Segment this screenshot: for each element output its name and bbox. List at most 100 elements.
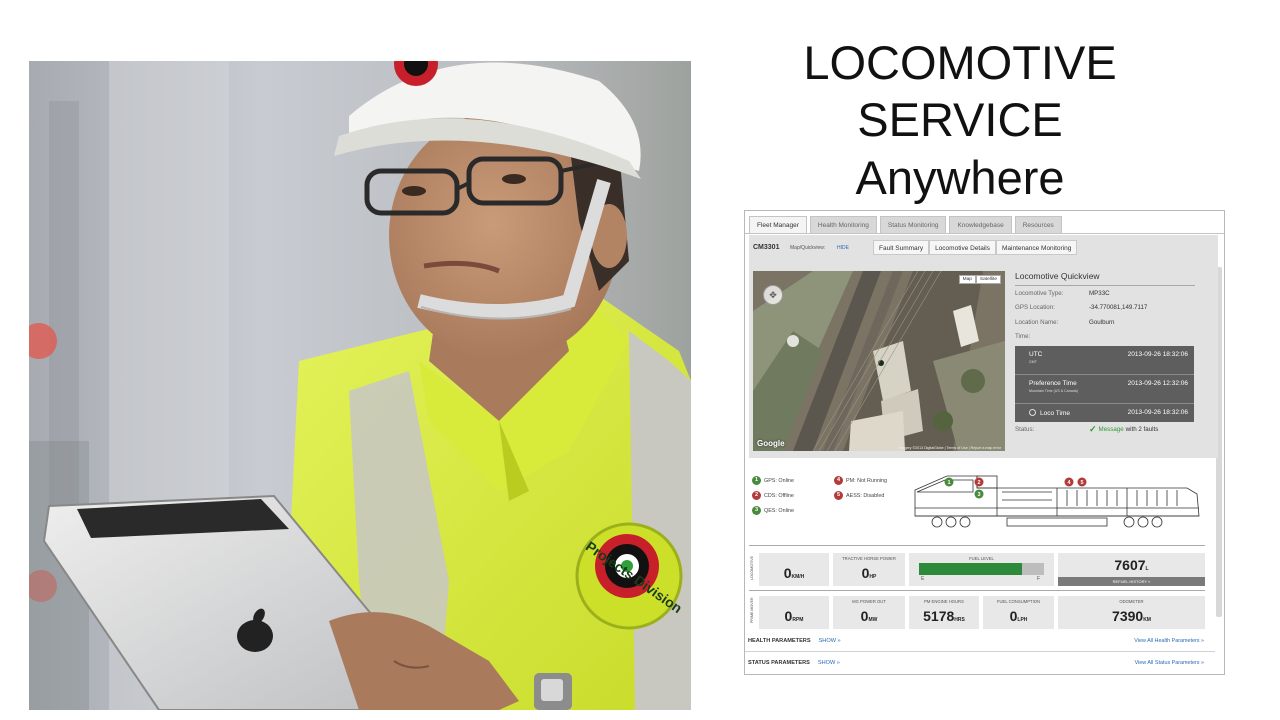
time-utc: UTC GMT 2013-09-26 18:32:06 — [1015, 346, 1194, 375]
status-show-link[interactable]: SHOW » — [818, 660, 840, 666]
satellite-button[interactable]: Satellite — [975, 275, 1001, 284]
legend-label: GPS: Online — [764, 477, 794, 484]
speed-gauge: 0KM/H — [759, 553, 829, 586]
gauge-caption: ODOMETER — [1119, 599, 1144, 604]
tab-knowledgebase[interactable]: Knowledgebase — [949, 216, 1012, 233]
legend-aess: 5 AESS: Disabled — [834, 491, 884, 500]
time-label: Loco Time — [1040, 410, 1070, 417]
tractive-unit: HP — [869, 574, 877, 580]
legend-gps: 1 GPS: Online — [752, 476, 794, 485]
map-copyright: Imagery ©2013 DigitalGlobe | Terms of Us… — [898, 446, 1001, 450]
fuel-amount-gauge: 7607L REFUEL HISTORY » — [1058, 553, 1205, 586]
quickview-row: Locomotive Type: MP33C — [1015, 286, 1195, 301]
legend-pm: 4 PM: Not Running — [834, 476, 887, 485]
legend-label: PM: Not Running — [846, 477, 888, 484]
fuel-consumption-gauge: FUEL CONSUMPTION 0LPH — [983, 596, 1054, 629]
row-label: Location Name: — [1015, 318, 1059, 326]
engineer-photo: Projects Division — [29, 61, 691, 710]
speed-unit: KM/H — [791, 574, 805, 580]
section-divider — [749, 590, 1205, 591]
satellite-map[interactable]: Map Satellite ✥ Google Imagery ©2013 Dig… — [753, 271, 1005, 451]
gauge-caption: PM ENGINE HOURS — [924, 599, 964, 604]
param-divider — [745, 651, 1215, 652]
hide-link[interactable]: HIDE — [837, 245, 849, 251]
svg-text:1: 1 — [947, 480, 950, 486]
sub-tabs: Fault Summary Locomotive Details Mainten… — [873, 240, 1078, 255]
row-label: Locomotive Type: — [1015, 289, 1064, 297]
gauge-caption: FUEL CONSUMPTION — [996, 599, 1041, 604]
time-sub: Mountain Time (US & Canada) — [1029, 389, 1078, 393]
map-button[interactable]: Map — [958, 275, 976, 284]
legend-label: AESS: Disabled — [846, 492, 885, 499]
tractive-hp-gauge: TRACTIVE HORSE POWER 0HP — [833, 553, 905, 586]
time-value: 2013-09-26 18:32:06 — [1127, 409, 1188, 416]
time-value: 2013-09-26 12:32:06 — [1127, 380, 1188, 387]
time-label: Preference Time — [1029, 380, 1077, 387]
fuel-level-gauge: FUEL LEVEL E F — [909, 553, 1054, 586]
fuel-level-bar — [919, 563, 1044, 575]
rpm-unit: RPM — [792, 617, 804, 623]
time-preference: Preference Time Mountain Time (US & Canad… — [1015, 375, 1194, 404]
time-value: 2013-09-26 18:32:06 — [1127, 351, 1188, 358]
component-legend: 1 GPS: Online 2 CDS: Offline 3 QES: Onli… — [749, 474, 909, 524]
odometer-unit: KM — [1143, 617, 1151, 623]
mg-power-unit: MW — [868, 617, 878, 623]
view-all-status-link[interactable]: View All Status Parameters » — [1135, 660, 1204, 666]
tab-maintenance-monitoring[interactable]: Maintenance Monitoring — [996, 240, 1078, 255]
engine-hours-unit: HRS — [954, 617, 965, 623]
tab-fault-summary[interactable]: Fault Summary — [873, 240, 930, 255]
rpm-gauge: 0RPM — [759, 596, 829, 629]
svg-text:2: 2 — [977, 480, 980, 486]
quickview-title: Locomotive Quickview — [1015, 271, 1195, 286]
main-tabs: Fleet Manager Health Monitoring Status M… — [749, 216, 1062, 233]
status-message-link[interactable]: Message — [1099, 426, 1124, 433]
refuel-history-button[interactable]: REFUEL HISTORY » — [1058, 577, 1205, 586]
status-dot-icon: 2 — [752, 491, 761, 500]
gauge-caption: FUEL LEVEL — [969, 556, 994, 561]
fuel-level-fill — [919, 563, 1022, 575]
status-dot-icon: 5 — [834, 491, 843, 500]
tab-locomotive-details[interactable]: Locomotive Details — [929, 240, 996, 255]
health-parameters-header: HEALTH PARAMETERS SHOW » — [748, 638, 841, 644]
quickview-row: Location Name: Goulburn — [1015, 315, 1195, 330]
fleet-dashboard-screenshot: Fleet Manager Health Monitoring Status M… — [744, 210, 1225, 675]
engine-hours-gauge: PM ENGINE HOURS 5178HRS — [909, 596, 979, 629]
tab-health-monitoring[interactable]: Health Monitoring — [809, 216, 877, 233]
checkmark-icon: ✓ — [1089, 424, 1097, 434]
title-line-2: Anywhere — [855, 150, 1065, 204]
status-dot-icon: 1 — [752, 476, 761, 485]
view-all-health-link[interactable]: View All Health Parameters » — [1134, 638, 1204, 644]
section-prime-mover: PRIME MOVER — [750, 597, 754, 623]
status-parameters-label: STATUS PARAMETERS — [748, 660, 810, 666]
quickview-panel: CM3301 Map/Quickview: HIDE Fault Summary… — [749, 235, 1218, 458]
time-loco: Loco Time 2013-09-26 18:32:06 — [1015, 404, 1194, 422]
legend-qes: 3 QES: Online — [752, 506, 794, 515]
status-label: Status: — [1015, 426, 1035, 433]
title-line-1: LOCOMOTIVE SERVICE — [803, 36, 1117, 147]
time-box: UTC GMT 2013-09-26 18:32:06 Preference Ti… — [1015, 346, 1194, 422]
fuel-empty-label: E — [921, 576, 925, 582]
tab-resources[interactable]: Resources — [1014, 216, 1062, 233]
google-logo: Google — [757, 439, 785, 448]
section-locomotive: LOCOMOTIVE — [750, 556, 754, 580]
tab-fleet-manager[interactable]: Fleet Manager — [749, 216, 807, 233]
legend-label: QES: Online — [764, 507, 794, 514]
quickview-row: GPS Location: -34.770081,149.7117 — [1015, 301, 1195, 316]
time-sub: GMT — [1029, 360, 1037, 364]
status-row: Status: ✓ Message with 2 faults — [1015, 422, 1195, 437]
quickview-row: Time: — [1015, 330, 1195, 345]
tab-status-monitoring[interactable]: Status Monitoring — [879, 216, 947, 233]
time-label: UTC — [1029, 351, 1043, 358]
locomotive-diagram: 1 2 3 4 5 — [907, 470, 1203, 532]
row-label: Time: — [1015, 333, 1031, 341]
fuel-amount-unit: L — [1145, 566, 1149, 572]
svg-text:5: 5 — [1080, 480, 1083, 486]
row-value: MP33C — [1089, 289, 1110, 297]
pan-control-icon[interactable]: ✥ — [763, 285, 783, 305]
fuel-full-label: F — [1037, 576, 1041, 582]
row-value: -34.770081,149.7117 — [1089, 304, 1148, 312]
slide-title: LOCOMOTIVE SERVICE Anywhere — [700, 34, 1220, 206]
health-show-link[interactable]: SHOW » — [819, 638, 841, 644]
clock-icon — [1029, 409, 1036, 416]
health-parameters-label: HEALTH PARAMETERS — [748, 638, 811, 644]
